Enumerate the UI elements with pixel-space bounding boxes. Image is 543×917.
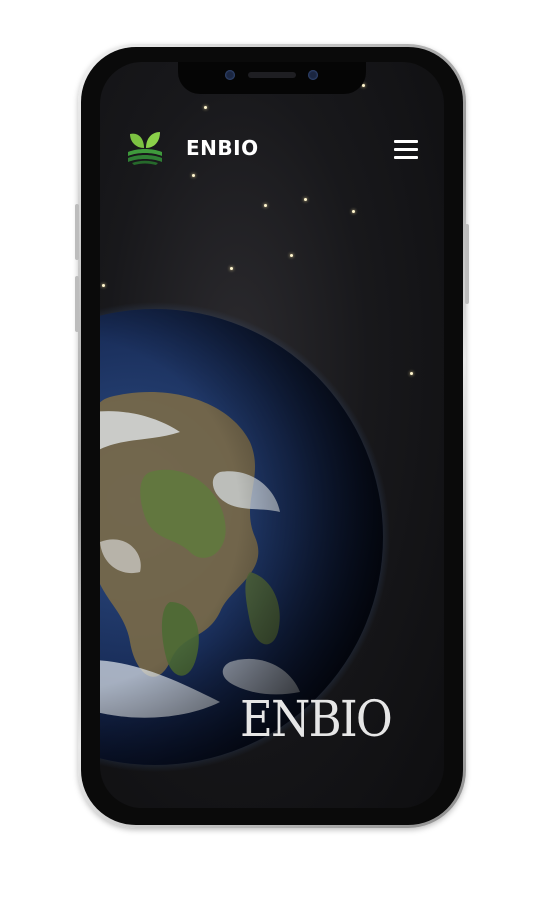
menu-line bbox=[394, 140, 418, 143]
star bbox=[204, 106, 207, 109]
star bbox=[102, 284, 105, 287]
star bbox=[352, 210, 355, 213]
menu-line bbox=[394, 148, 418, 151]
star bbox=[290, 254, 293, 257]
hero-title: ENBIO bbox=[240, 690, 393, 748]
star bbox=[264, 204, 267, 207]
star bbox=[410, 372, 413, 375]
power-button bbox=[465, 224, 469, 304]
star bbox=[230, 267, 233, 270]
front-camera-icon bbox=[225, 70, 235, 80]
leaf-logo-icon[interactable] bbox=[126, 130, 164, 166]
volume-down-button bbox=[75, 276, 79, 332]
menu-line bbox=[394, 156, 418, 159]
hamburger-menu-icon[interactable] bbox=[394, 138, 418, 160]
star bbox=[192, 174, 195, 177]
speaker-grille bbox=[248, 72, 296, 78]
brand-name[interactable]: ENBIO bbox=[186, 136, 259, 160]
app-screen: ENBIO ENBIO bbox=[100, 62, 444, 808]
volume-up-button bbox=[75, 204, 79, 260]
phone-notch bbox=[178, 62, 366, 94]
star bbox=[304, 198, 307, 201]
star bbox=[362, 84, 365, 87]
sensor-icon bbox=[308, 70, 318, 80]
